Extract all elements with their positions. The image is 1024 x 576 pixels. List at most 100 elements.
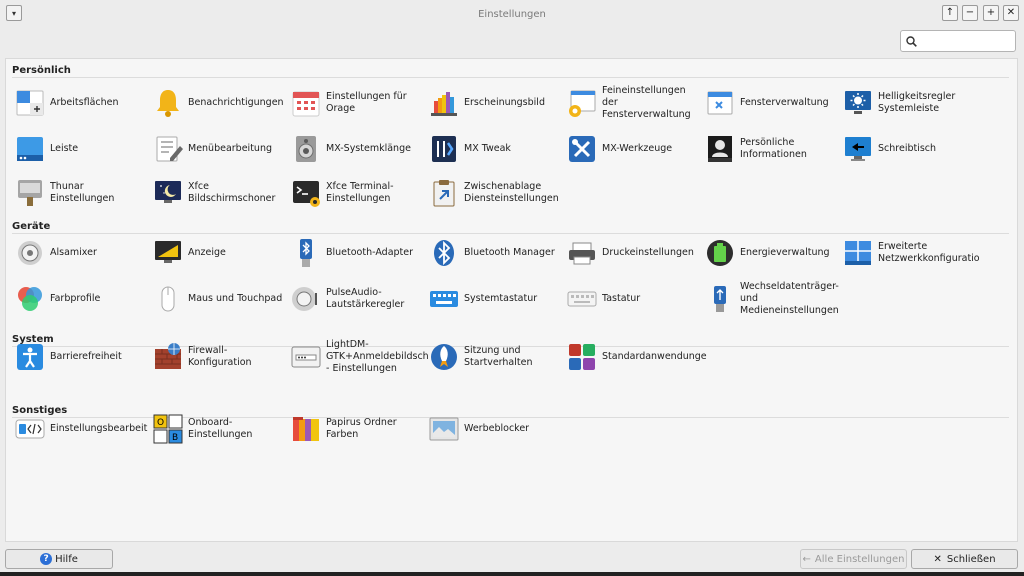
settings-item-pulseaudio[interactable]: PulseAudio- Lautstärkeregler <box>286 277 422 321</box>
settings-item-default-apps[interactable]: Standardanwendunge <box>562 335 707 379</box>
settings-item-label: Zwischenablage Diensteinstellungen <box>464 181 559 204</box>
settings-item-label: Thunar Einstellungen <box>50 181 115 204</box>
search-input[interactable] <box>923 33 1015 51</box>
settings-item-calendar[interactable]: Einstellungen für Orage <box>286 81 422 125</box>
keyboard-icon <box>566 283 598 315</box>
settings-item-keyboard[interactable]: Tastatur <box>562 277 698 321</box>
search-field[interactable] <box>900 30 1016 52</box>
settings-item-id-card[interactable]: Persönliche Informationen <box>700 127 836 171</box>
section-divider <box>12 77 1009 78</box>
settings-item-window-tweaks[interactable]: Feineinstellungen der Fensterverwaltung <box>562 81 698 125</box>
mx-tweak-icon <box>428 133 460 165</box>
settings-item-keyboard-blue[interactable]: Systemtastatur <box>424 277 560 321</box>
settings-item-screensaver[interactable]: Xfce Bildschirmschoner <box>148 171 284 215</box>
help-button[interactable]: ? Hilfe <box>5 549 113 569</box>
settings-item-settings-editor[interactable]: Einstellungsbearbeit <box>10 407 147 451</box>
window-title: Einstellungen <box>478 9 546 20</box>
settings-item-folder-colors[interactable]: Papirus Ordner Farben <box>286 407 422 451</box>
settings-item-label: Xfce Terminal- Einstellungen <box>326 181 394 204</box>
settings-item-brightness[interactable]: Helligkeitsregler Systemleiste <box>838 81 974 125</box>
minimize-button[interactable]: − <box>962 5 978 21</box>
settings-item-label: Onboard- Einstellungen <box>188 417 253 440</box>
pulseaudio-icon <box>290 283 322 315</box>
settings-item-login[interactable]: LightDM- GTK+Anmeldebildsch - Einstellun… <box>286 335 429 379</box>
settings-item-label: Bluetooth-Adapter <box>326 247 414 258</box>
settings-item-rocket[interactable]: Sitzung und Startverhalten <box>424 335 560 379</box>
thunar-icon <box>14 177 46 209</box>
settings-item-label: Leiste <box>50 143 79 154</box>
settings-item-battery[interactable]: Energieverwaltung <box>700 231 836 275</box>
firewall-icon <box>152 341 184 373</box>
settings-item-label: Schreibtisch <box>878 143 937 154</box>
speaker-icon <box>290 133 322 165</box>
settings-item-network[interactable]: Erweiterte Netzwerkkonfiguratio <box>838 231 980 275</box>
settings-item-firewall[interactable]: Firewall- Konfiguration <box>148 335 284 379</box>
settings-item-onboard-keyboard[interactable]: O B Onboard- Einstellungen <box>148 407 284 451</box>
settings-item-label: Feineinstellungen der Fensterverwaltung <box>602 85 691 120</box>
settings-item-label: Farbprofile <box>50 293 101 304</box>
settings-item-accessibility[interactable]: Barrierefreiheit <box>10 335 146 379</box>
settings-item-label: Einstellungen für Orage <box>326 91 407 114</box>
settings-item-workspaces[interactable]: Arbeitsflächen <box>10 81 146 125</box>
settings-item-menu-editor[interactable]: Menübearbeitung <box>148 127 284 171</box>
svg-text:O: O <box>157 418 164 428</box>
settings-item-label: Arbeitsflächen <box>50 97 119 108</box>
network-icon <box>842 237 874 269</box>
settings-item-mouse[interactable]: Maus und Touchpad <box>148 277 284 321</box>
keep-above-button[interactable]: ↑ <box>942 5 958 21</box>
onboard-keyboard-icon: OB <box>152 413 184 445</box>
settings-item-mx-tweak[interactable]: MX Tweak <box>424 127 560 171</box>
settings-item-label: MX-Systemklänge <box>326 143 411 154</box>
settings-item-label: Standardanwendunge <box>602 351 707 362</box>
settings-item-label: Menübearbeitung <box>188 143 272 154</box>
all-settings-button[interactable]: ← Alle Einstellungen <box>800 549 907 569</box>
settings-item-bell[interactable]: Benachrichtigungen <box>148 81 284 125</box>
bell-icon <box>152 87 184 119</box>
usb-icon <box>704 283 736 315</box>
login-icon <box>290 341 322 373</box>
close-button[interactable]: ✕ Schließen <box>911 549 1018 569</box>
settings-item-desktop[interactable]: Schreibtisch <box>838 127 974 171</box>
close-window-button[interactable]: ✕ <box>1003 5 1019 21</box>
settings-item-clipboard[interactable]: Zwischenablage Diensteinstellungen <box>424 171 560 215</box>
settings-item-tools[interactable]: MX-Werkzeuge <box>562 127 698 171</box>
settings-item-panel[interactable]: Leiste <box>10 127 146 171</box>
settings-item-color-profile[interactable]: Farbprofile <box>10 277 146 321</box>
settings-item-label: Anzeige <box>188 247 226 258</box>
keyboard-blue-icon <box>428 283 460 315</box>
settings-item-window-manager[interactable]: Fensterverwaltung <box>700 81 836 125</box>
settings-item-label: Xfce Bildschirmschoner <box>188 181 276 204</box>
help-label: Hilfe <box>55 553 78 565</box>
maximize-button[interactable]: + <box>983 5 999 21</box>
settings-item-label: Alsamixer <box>50 247 97 258</box>
bluetooth-adapter-icon <box>290 237 322 269</box>
settings-item-label: Systemtastatur <box>464 293 538 304</box>
settings-item-label: Erscheinungsbild <box>464 97 545 108</box>
printer-icon <box>566 237 598 269</box>
settings-item-adblock[interactable]: Werbeblocker <box>424 407 560 451</box>
settings-item-label: Erweiterte Netzwerkkonfiguratio <box>878 241 980 264</box>
settings-item-label: Maus und Touchpad <box>188 293 283 304</box>
settings-item-terminal[interactable]: Xfce Terminal- Einstellungen <box>286 171 422 215</box>
all-settings-label: Alle Einstellungen <box>814 553 905 565</box>
settings-item-mixer[interactable]: Alsamixer <box>10 231 146 275</box>
settings-item-bluetooth[interactable]: Bluetooth Manager <box>424 231 560 275</box>
settings-item-printer[interactable]: Druckeinstellungen <box>562 231 698 275</box>
settings-item-label: Wechseldatenträger- und Medieneinstellun… <box>740 281 839 316</box>
battery-icon <box>704 237 736 269</box>
settings-item-label: MX Tweak <box>464 143 511 154</box>
settings-item-label: Barrierefreiheit <box>50 351 122 362</box>
settings-item-label: Bluetooth Manager <box>464 247 555 258</box>
settings-item-label: Helligkeitsregler Systemleiste <box>878 91 956 114</box>
settings-item-usb[interactable]: Wechseldatenträger- und Medieneinstellun… <box>700 277 839 321</box>
settings-item-bluetooth-adapter[interactable]: Bluetooth-Adapter <box>286 231 422 275</box>
settings-item-label: LightDM- GTK+Anmeldebildsch - Einstellun… <box>326 339 429 374</box>
settings-item-label: Papirus Ordner Farben <box>326 417 397 440</box>
settings-item-thunar[interactable]: Thunar Einstellungen <box>10 171 146 215</box>
settings-item-display[interactable]: Anzeige <box>148 231 284 275</box>
id-card-icon <box>704 133 736 165</box>
settings-item-speaker[interactable]: MX-Systemklänge <box>286 127 422 171</box>
settings-item-palette[interactable]: Erscheinungsbild <box>424 81 560 125</box>
clipboard-icon <box>428 177 460 209</box>
menu-editor-icon <box>152 133 184 165</box>
